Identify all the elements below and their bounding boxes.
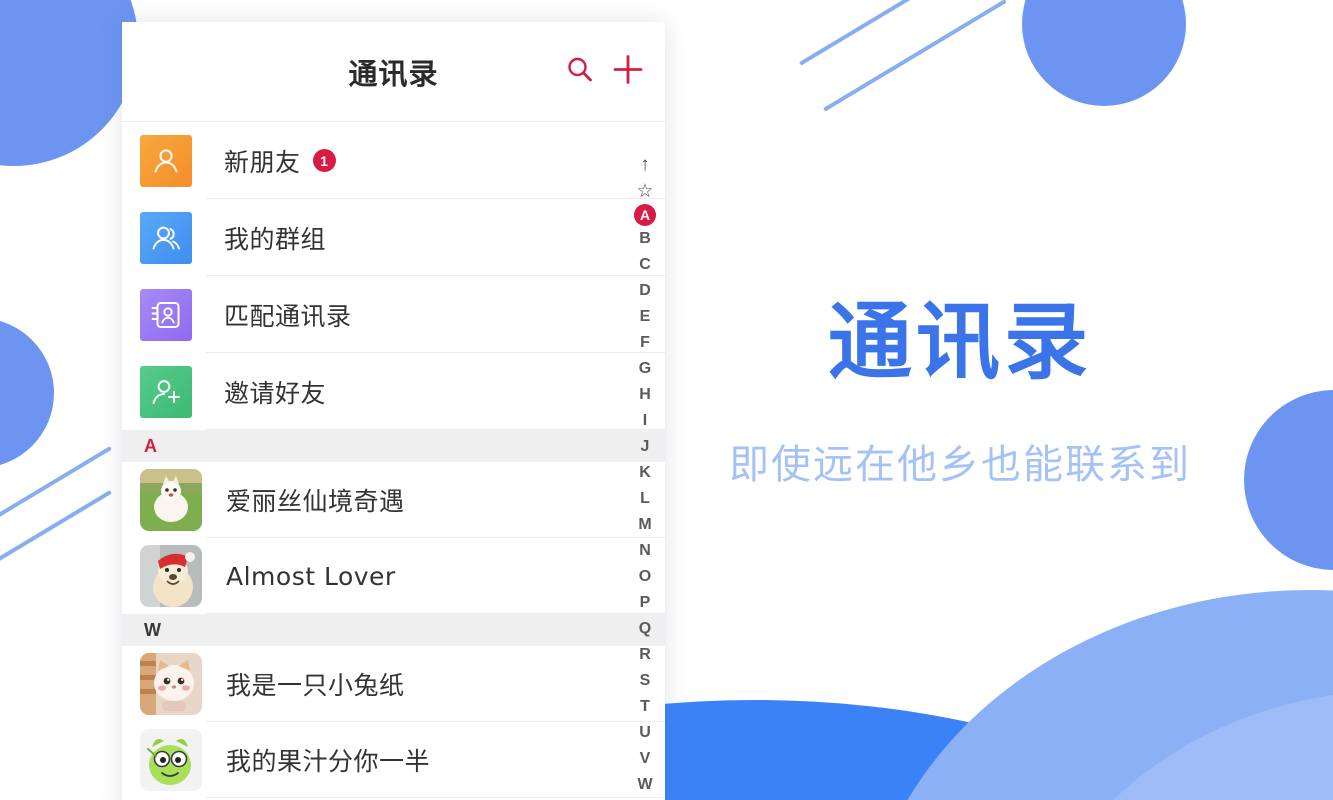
contacts-panel: 通讯录 新朋友 1 我的群组 匹配通讯录 邀请好友 A 爱丽丝仙境奇遇 Almo…: [122, 22, 665, 800]
decorative-line-left-1: [0, 446, 112, 526]
avatar: [140, 729, 202, 791]
alpha-index-letter-c[interactable]: C: [633, 252, 657, 278]
alpha-index-letter-m[interactable]: M: [633, 512, 657, 538]
alpha-index-letter-e[interactable]: E: [633, 304, 657, 330]
decorative-wave-mid: [860, 590, 1333, 800]
alpha-index-letter-l[interactable]: L: [633, 486, 657, 512]
menu-item-label: 我的群组: [224, 224, 327, 254]
new-friend-icon: [140, 134, 192, 187]
contact-name: 我的果汁分你一半: [226, 747, 431, 776]
alpha-index-letter-v[interactable]: V: [633, 746, 657, 772]
scroll-to-top-icon[interactable]: ↑: [633, 152, 657, 178]
alpha-index-letter-w[interactable]: W: [633, 772, 657, 798]
alpha-index-letter-a[interactable]: A: [634, 204, 656, 226]
alpha-index-letter-p[interactable]: P: [633, 590, 657, 616]
menu-item-match-contacts[interactable]: 匹配通讯录: [122, 276, 665, 353]
avatar: [140, 545, 202, 607]
avatar: [140, 469, 202, 531]
alpha-index-letter-u[interactable]: U: [633, 720, 657, 746]
decorative-circle-top-left: [0, 0, 138, 166]
alpha-index-letter-j[interactable]: J: [633, 434, 657, 460]
menu-item-invite-friend[interactable]: 邀请好友: [122, 353, 665, 430]
alpha-index-letter-f[interactable]: F: [633, 330, 657, 356]
contact-row[interactable]: 我的果汁分你一半: [122, 722, 665, 798]
contact-row[interactable]: Almost Lover: [122, 538, 665, 614]
decorative-line-top-right-1: [798, 0, 983, 66]
star-icon[interactable]: ☆: [633, 178, 657, 204]
alpha-index-letter-n[interactable]: N: [633, 538, 657, 564]
menu-list: 新朋友 1 我的群组 匹配通讯录 邀请好友: [122, 122, 665, 430]
contact-name: 我是一只小兔纸: [226, 671, 405, 700]
alphabet-index[interactable]: ↑ ☆ A B C D E F G H I J K L M N O P Q R …: [631, 152, 659, 798]
alpha-index-letter-o[interactable]: O: [633, 564, 657, 590]
promo-block: 通讯录 即使远在他乡也能联系到: [680, 296, 1240, 490]
alpha-index-letter-h[interactable]: H: [633, 382, 657, 408]
avatar: [140, 653, 202, 715]
alpha-index-letter-k[interactable]: K: [633, 460, 657, 486]
decorative-line-left-2: [0, 490, 112, 570]
alpha-index-letter-d[interactable]: D: [633, 278, 657, 304]
menu-item-label: 新朋友: [224, 147, 301, 177]
group-icon: [140, 211, 192, 264]
decorative-circle-mid-right: [1244, 390, 1333, 570]
address-book-icon: [140, 288, 192, 341]
plus-icon[interactable]: [611, 52, 645, 91]
menu-item-my-groups[interactable]: 我的群组: [122, 199, 665, 276]
contact-row[interactable]: 爱丽丝仙境奇遇: [122, 462, 665, 538]
invite-friend-icon: [140, 365, 192, 418]
alpha-index-letter-s[interactable]: S: [633, 668, 657, 694]
promo-subtitle: 即使远在他乡也能联系到: [729, 442, 1191, 489]
search-icon[interactable]: [565, 54, 595, 89]
contact-row[interactable]: 我是一只小兔纸: [122, 646, 665, 722]
alpha-index-letter-g[interactable]: G: [633, 356, 657, 382]
alpha-index-letter-q[interactable]: Q: [633, 616, 657, 642]
header-actions: [565, 52, 645, 91]
menu-item-label: 匹配通讯录: [224, 301, 352, 331]
contact-name: Almost Lover: [226, 561, 396, 591]
alpha-index-letter-b[interactable]: B: [633, 226, 657, 252]
section-header-w: W: [122, 614, 665, 646]
decorative-circle-top-right: [1022, 0, 1186, 106]
section-header-a: A: [122, 430, 665, 462]
menu-item-new-friend[interactable]: 新朋友 1: [122, 122, 665, 199]
alpha-index-letter-i[interactable]: I: [633, 408, 657, 434]
status-badge: 1: [312, 149, 336, 172]
contact-name: 爱丽丝仙境奇遇: [226, 487, 405, 516]
menu-item-label: 邀请好友: [224, 378, 327, 408]
decorative-line-top-right-2: [822, 0, 1007, 112]
decorative-circle-mid-left: [0, 318, 54, 468]
decorative-wave-light: [1020, 690, 1333, 800]
promo-title: 通讯录: [827, 293, 1092, 391]
alpha-index-letter-r[interactable]: R: [633, 642, 657, 668]
panel-header: 通讯录: [122, 22, 665, 122]
app-screenshot: 通讯录 即使远在他乡也能联系到 通讯录 新朋友 1 我的群组 匹配通讯录 邀请好…: [0, 0, 1333, 800]
page-title: 通讯录: [348, 56, 439, 91]
alpha-index-letter-t[interactable]: T: [633, 694, 657, 720]
